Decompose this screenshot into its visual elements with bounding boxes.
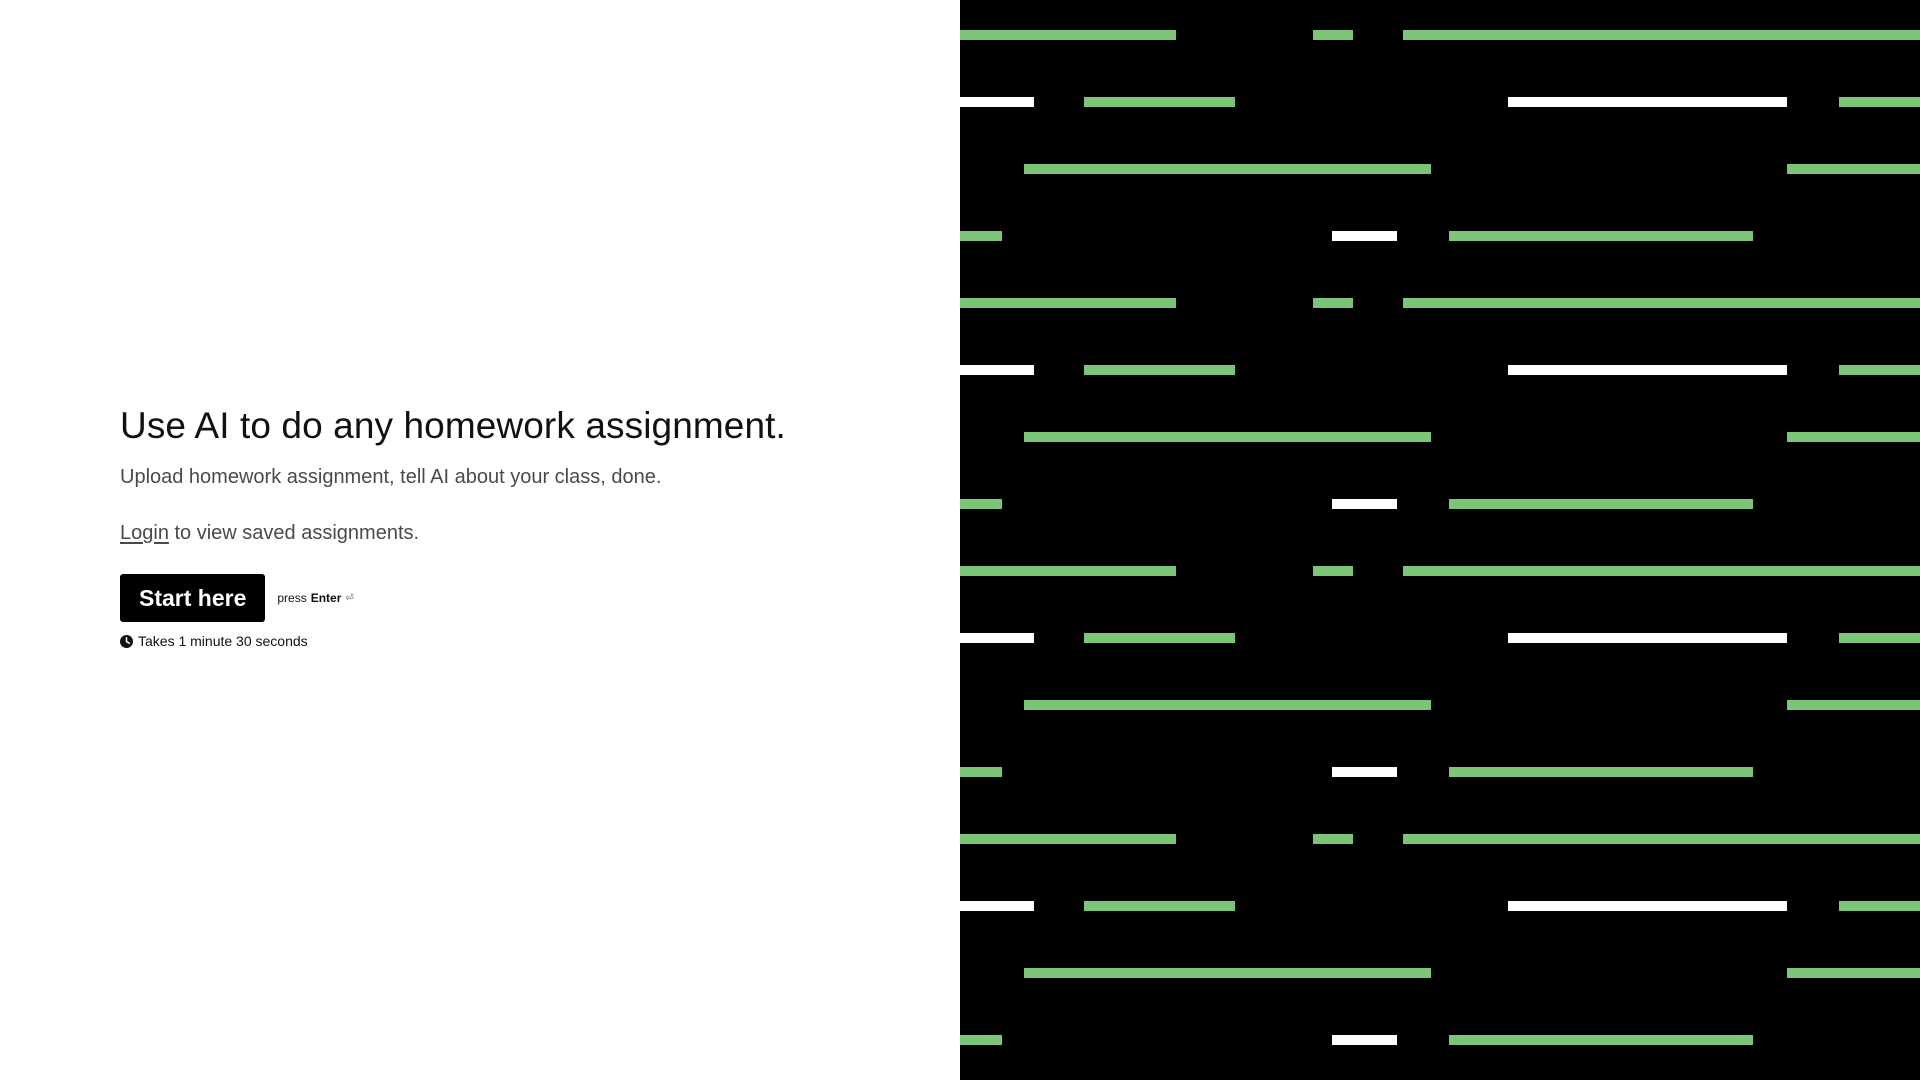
green-stripe (960, 30, 1176, 40)
keyboard-hint-key: Enter (310, 591, 342, 605)
green-stripe (1787, 164, 1920, 174)
white-stripe (1332, 499, 1397, 509)
green-stripe (1787, 700, 1920, 710)
cta-row: Start here press Enter ⏎ (120, 574, 920, 622)
keyboard-hint: press Enter ⏎ (277, 591, 353, 605)
green-stripe (1403, 566, 1920, 576)
green-stripe (1839, 365, 1920, 375)
white-stripe (1332, 231, 1397, 241)
green-stripe (1449, 767, 1753, 777)
white-stripe (960, 365, 1034, 375)
green-stripe (1839, 97, 1920, 107)
green-stripe (1084, 633, 1235, 643)
green-stripe (1449, 231, 1753, 241)
login-link[interactable]: Login (120, 522, 169, 544)
green-stripe (1403, 834, 1920, 844)
green-stripe (960, 767, 1002, 777)
white-stripe (1332, 767, 1397, 777)
green-stripe (1024, 432, 1431, 442)
green-stripe (1024, 164, 1431, 174)
white-stripe (960, 97, 1034, 107)
green-stripe (960, 1035, 1002, 1045)
green-stripe (1313, 298, 1353, 308)
page-title: Use AI to do any homework assignment. (120, 405, 786, 446)
duration-note: Takes 1 minute 30 seconds (120, 633, 920, 649)
white-stripe (1508, 901, 1787, 911)
green-stripe (1084, 365, 1235, 375)
green-stripe (1403, 30, 1920, 40)
login-prompt: Login to view saved assignments. (120, 518, 920, 548)
white-stripe (1508, 365, 1787, 375)
green-stripe (960, 834, 1176, 844)
green-stripe (960, 499, 1002, 509)
white-stripe (1508, 633, 1787, 643)
green-stripe (1024, 968, 1431, 978)
page-subtitle: Upload homework assignment, tell AI abou… (120, 466, 662, 488)
intro-panel: Use AI to do any homework assignment. Up… (0, 0, 960, 1080)
green-stripe (1313, 30, 1353, 40)
keyboard-hint-prefix: press (277, 591, 307, 605)
enter-key-icon: ⏎ (345, 592, 354, 604)
green-stripe (1787, 968, 1920, 978)
clock-icon (120, 634, 133, 648)
green-stripe (1313, 566, 1353, 576)
white-stripe (1332, 1035, 1397, 1045)
start-here-button[interactable]: Start here (120, 574, 266, 622)
green-stripe (960, 566, 1176, 576)
white-stripe (960, 633, 1034, 643)
green-stripe (960, 298, 1176, 308)
green-stripe (1403, 298, 1920, 308)
white-stripe (960, 901, 1034, 911)
duration-text: Takes 1 minute 30 seconds (138, 633, 308, 649)
green-stripe (1839, 633, 1920, 643)
green-stripe (1787, 432, 1920, 442)
landing-page: Use AI to do any homework assignment. Up… (0, 0, 1920, 1080)
stripe-pattern (960, 30, 1920, 1045)
hero-section: Use AI to do any homework assignment. Up… (120, 400, 920, 649)
green-stripe (1084, 97, 1235, 107)
green-stripe (1449, 1035, 1753, 1045)
decorative-pattern-panel (960, 0, 1920, 1080)
green-stripe (960, 231, 1002, 241)
white-stripe (1508, 97, 1787, 107)
login-prompt-text: to view saved assignments. (168, 522, 420, 544)
green-stripe (1449, 499, 1753, 509)
green-stripe (1024, 700, 1431, 710)
green-stripe (1839, 901, 1920, 911)
green-stripe (1084, 901, 1235, 911)
green-stripe (1313, 834, 1353, 844)
